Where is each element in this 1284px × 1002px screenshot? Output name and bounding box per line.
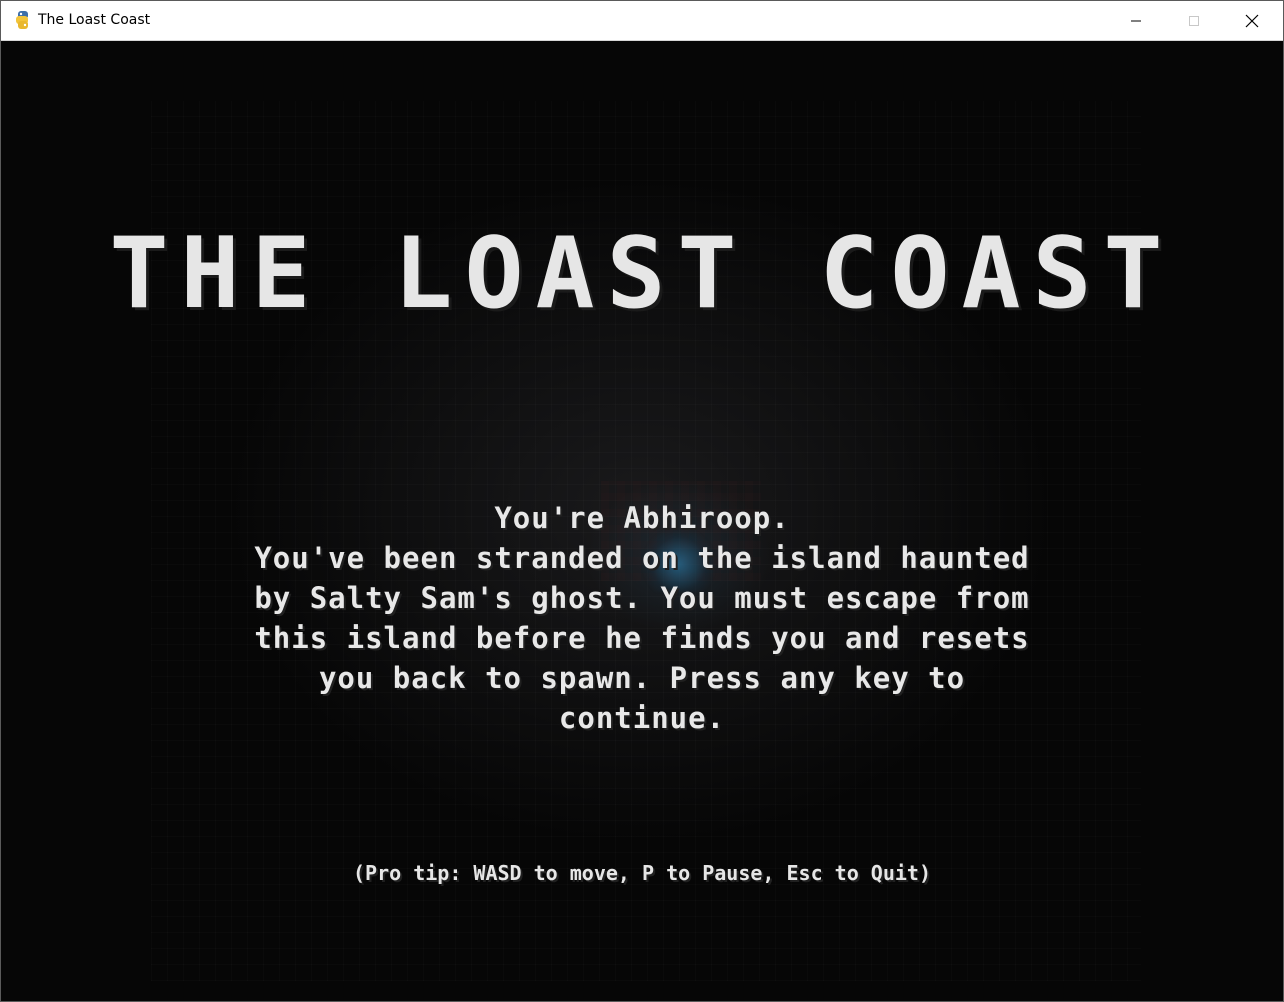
maximize-button[interactable] [1165,1,1223,40]
close-icon [1245,14,1259,27]
minimize-icon [1131,20,1141,21]
pro-tip-text: (Pro tip: WASD to move, P to Pause, Esc … [353,861,931,885]
window-titlebar[interactable]: The Loast Coast [1,1,1283,41]
game-window: The Loast Coast THE LOAST COAST You're A… [0,0,1284,1002]
game-title: THE LOAST COAST [109,217,1175,331]
story-line: you back to spawn. Press any key to [318,661,966,695]
story-line: this island before he finds you and rese… [254,621,1030,655]
maximize-icon [1189,15,1199,26]
python-snake-icon [13,10,32,30]
minimize-button[interactable] [1107,1,1165,40]
story-line: continue. [558,701,726,735]
close-button[interactable] [1223,1,1281,40]
story-line: You've been stranded on the island haunt… [254,541,1030,575]
game-canvas[interactable]: THE LOAST COAST You're Abhiroop. You've … [1,41,1283,1001]
story-line: You're Abhiroop. [494,501,790,535]
window-title: The Loast Coast [38,12,151,28]
story-text: You're Abhiroop. You've been stranded on… [181,498,1103,738]
story-line: by Salty Sam's ghost. You must escape fr… [254,581,1030,615]
